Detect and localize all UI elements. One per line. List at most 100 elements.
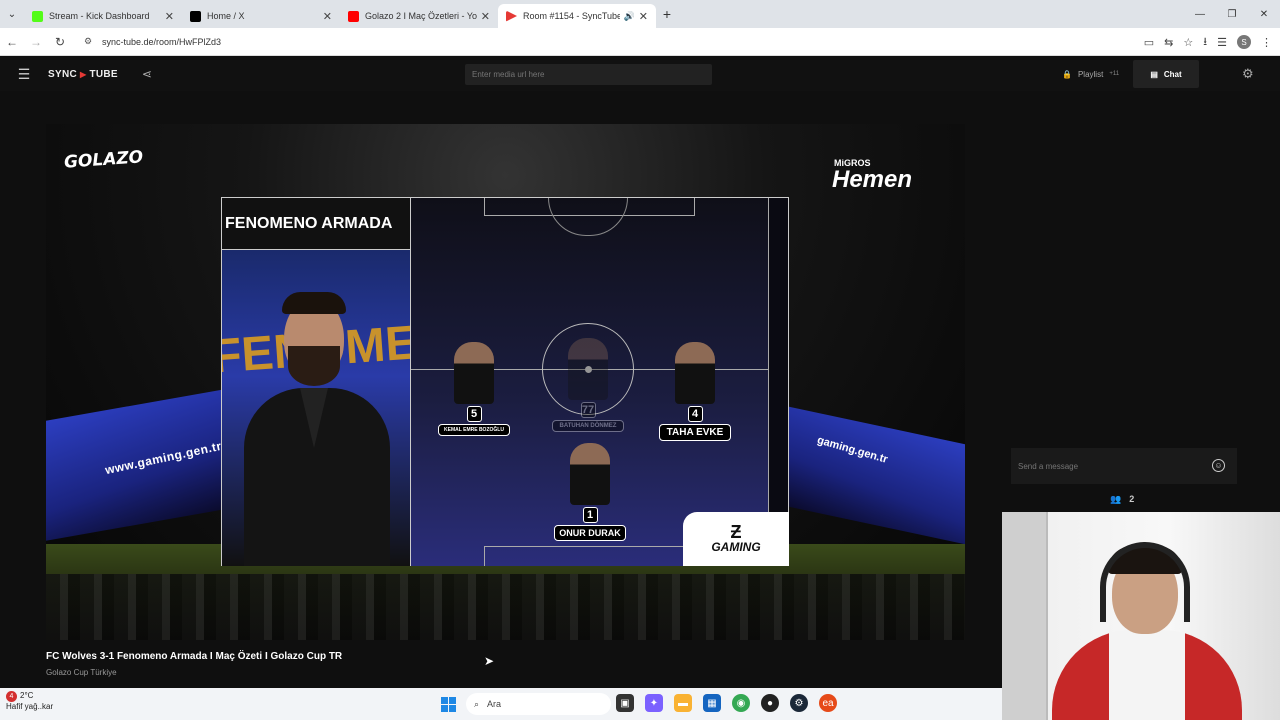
download-icon[interactable]: ⭳ [1203, 33, 1207, 52]
gaming-gen-logo: Ƶ GAMING [683, 512, 789, 566]
cast-icon[interactable]: ▭ [1144, 36, 1154, 49]
chat-label: Chat [1163, 69, 1182, 79]
webcam-overlay [1002, 512, 1280, 720]
chrome-icon[interactable]: ◉ [732, 694, 750, 712]
headphones [1100, 542, 1190, 622]
settings-gear-icon[interactable]: ⚙ [1242, 66, 1254, 82]
bookmark-star-icon[interactable]: ☆ [1183, 36, 1193, 49]
tab-search-icon[interactable]: ⌄ [0, 0, 24, 28]
synctube-favicon-icon [506, 10, 517, 22]
copilot-icon[interactable]: ✦ [645, 694, 663, 712]
player-card: 77 BATUHAN DÖNMEZ [552, 338, 624, 432]
mouse-cursor-icon: ➤ [484, 654, 495, 668]
playlist-count: +11 [1109, 71, 1120, 77]
player-card: 1 ONUR DURAK [554, 443, 626, 541]
browser-tab-bar: ⌄ Stream - Kick Dashboard ✕ Home / X ✕ G… [0, 0, 1280, 28]
kick-favicon-icon [32, 10, 43, 22]
player-name: ONUR DURAK [554, 525, 626, 541]
reload-icon[interactable]: ↻ [48, 35, 72, 49]
tab-title: Golazo 2 I Maç Özetleri - YouTube [365, 11, 477, 21]
player-name: BATUHAN DÖNMEZ [552, 420, 624, 432]
player-number: 4 [687, 406, 703, 422]
steam-icon[interactable]: ⚙ [790, 694, 808, 712]
back-arrow-icon[interactable]: ← [0, 35, 24, 49]
hemen-logo: Hemen [832, 166, 913, 193]
url-field[interactable]: ⚙ sync-tube.de/room/HwFPlZd3 [78, 31, 1078, 53]
player-photo [570, 443, 610, 505]
gaming-logo-text: GAMING [711, 540, 761, 554]
forward-arrow-icon[interactable]: → [24, 35, 48, 49]
weather-widget[interactable]: 4 2°C Hafif yağ..kar [6, 691, 53, 712]
store-icon[interactable]: ▦ [703, 694, 721, 712]
crowd-silhouettes [46, 574, 965, 640]
ea-icon[interactable]: ea [819, 694, 837, 712]
tab-close-icon[interactable]: ✕ [639, 10, 648, 23]
close-window-icon[interactable]: ✕ [1248, 0, 1280, 28]
tab-close-icon[interactable]: ✕ [481, 10, 490, 23]
viewer-count-value: 2 [1129, 494, 1135, 504]
playlist-button[interactable]: 🔒 Playlist +11 [1062, 57, 1119, 91]
tab-x[interactable]: Home / X ✕ [182, 4, 340, 28]
tab-title: Home / X [207, 11, 245, 21]
window-controls: — ❐ ✕ [1184, 0, 1280, 28]
player-number: 5 [466, 406, 482, 422]
player-number: 1 [582, 507, 598, 523]
chat-message-input[interactable] [1011, 448, 1237, 484]
player-photo [675, 342, 715, 404]
top-arc [548, 198, 628, 236]
chat-button[interactable]: ▤ Chat [1133, 60, 1199, 88]
stadium-board-right [775, 403, 965, 545]
speaker-icon[interactable]: 🔊 [624, 11, 635, 22]
bottom-penalty-box [484, 546, 695, 566]
restore-icon[interactable]: ❐ [1216, 0, 1248, 28]
playlist-label: Playlist [1077, 69, 1104, 79]
new-tab-plus-icon[interactable]: + [656, 6, 678, 22]
app-icon[interactable]: ● [761, 694, 779, 712]
emoji-icon[interactable]: ☺ [1212, 459, 1225, 472]
media-url-input[interactable] [465, 64, 712, 85]
player-photo [568, 338, 608, 400]
more-menu-icon[interactable]: ⋮ [1261, 36, 1272, 49]
player-card: 4 TAHA EVKE [659, 342, 731, 441]
player-card: 5 KEMAL EMRE BOZOĞLU [438, 342, 510, 436]
tab-youtube[interactable]: Golazo 2 I Maç Özetleri - YouTube ✕ [340, 4, 498, 28]
logo-tube: TUBE [89, 68, 118, 80]
site-info-icon[interactable]: ⚙ [84, 36, 96, 47]
translate-icon[interactable]: ⇆ [1164, 36, 1173, 49]
player-number: 77 [580, 402, 596, 418]
player-name: TAHA EVKE [659, 424, 731, 441]
weather-temp: 2°C [20, 691, 34, 700]
taskbar-apps: ▣ ✦ ▬ ▦ ◉ ● ⚙ ea [616, 694, 837, 712]
play-triangle-icon: ▶ [79, 69, 87, 79]
video-player[interactable]: www.gaming.gen.tr gaming.gen.tr GOLAZO M… [46, 124, 965, 640]
taskbar-search[interactable]: ⌕ Ara [466, 693, 611, 715]
synctube-logo[interactable]: SYNC ▶ TUBE [48, 69, 118, 80]
reading-list-icon[interactable]: ☰ [1217, 36, 1227, 49]
minimize-icon[interactable]: — [1184, 0, 1216, 28]
task-view-icon[interactable]: ▣ [616, 694, 634, 712]
profile-avatar[interactable]: S [1237, 35, 1251, 49]
logo-sync: SYNC [48, 68, 77, 80]
tab-title: Stream - Kick Dashboard [49, 11, 150, 21]
hamburger-menu-icon[interactable]: ☰ [0, 66, 48, 83]
coach-photo: FENOMENO [222, 250, 411, 566]
player-photo [454, 342, 494, 404]
file-explorer-icon[interactable]: ▬ [674, 694, 692, 712]
chat-bubble-icon: ▤ [1150, 69, 1158, 79]
weather-desc: Hafif yağ..kar [6, 702, 54, 711]
tab-close-icon[interactable]: ✕ [165, 10, 174, 23]
tab-close-icon[interactable]: ✕ [323, 10, 332, 23]
share-icon[interactable]: ⋖ [142, 67, 152, 81]
search-label: Ara [487, 699, 502, 709]
lock-icon: 🔒 [1062, 69, 1072, 79]
address-bar: ← → ↻ ⚙ sync-tube.de/room/HwFPlZd3 ▭ ⇆ ☆… [0, 28, 1280, 56]
gaming-logo-mark: Ƶ [730, 522, 742, 542]
tab-kick[interactable]: Stream - Kick Dashboard ✕ [24, 4, 182, 28]
tab-title: Room #1154 - SyncTube [523, 11, 620, 21]
video-channel[interactable]: Golazo Cup Türkiye [46, 668, 117, 677]
webcam-background-door [1002, 512, 1048, 720]
tab-synctube[interactable]: Room #1154 - SyncTube 🔊 ✕ [498, 4, 656, 28]
video-title: FC Wolves 3-1 Fenomeno Armada I Maç Özet… [46, 651, 343, 662]
synctube-header: ☰ SYNC▶TUBE ⋖ 🔒 Playlist +11 ▤ Chat ⚙ [0, 57, 1280, 91]
windows-start-icon[interactable] [441, 697, 456, 712]
